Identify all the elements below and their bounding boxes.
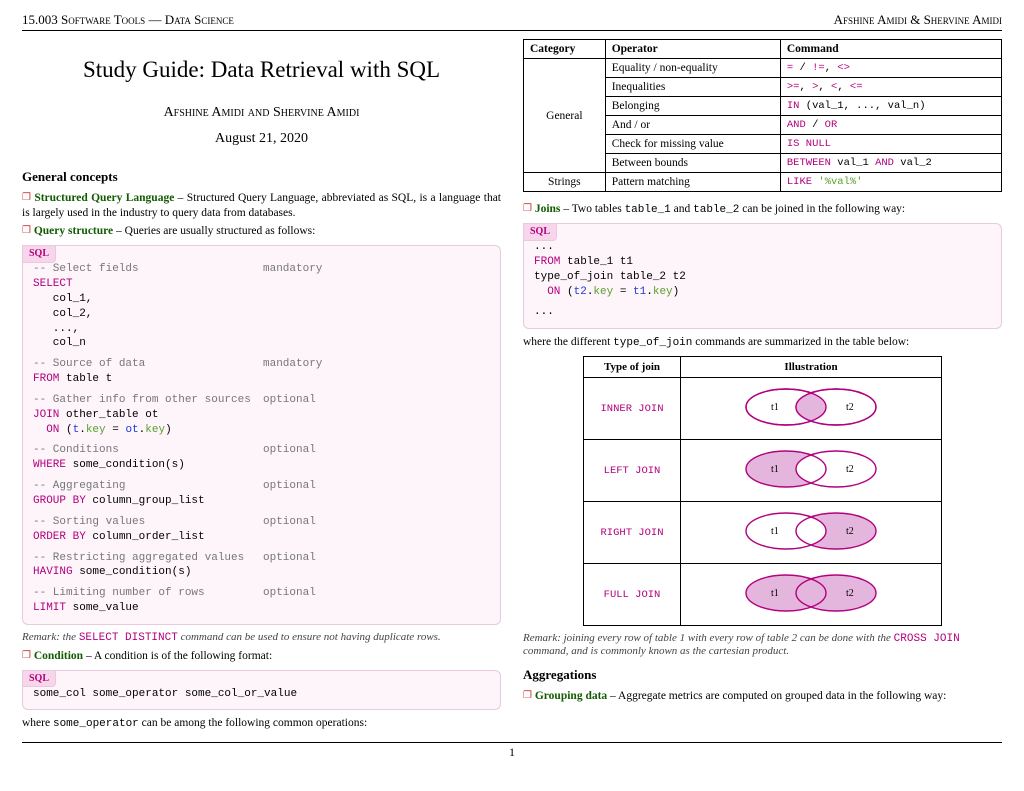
join-venn-table: Type of join Illustration INNER JOIN xyxy=(583,356,942,626)
svg-text:t1: t1 xyxy=(771,402,779,413)
svg-text:t2: t2 xyxy=(846,464,854,475)
joins-after-text: where the different type_of_join command… xyxy=(523,335,1002,350)
right-join-venn: t1 t2 xyxy=(681,502,942,564)
svg-text:t2: t2 xyxy=(846,526,854,537)
two-column-layout: Study Guide: Data Retrieval with SQL Afs… xyxy=(22,39,1002,736)
remark-distinct: Remark: the SELECT DISTINCT command can … xyxy=(22,631,501,644)
join-code: SQL ... FROM table_1 t1 type_of_join tab… xyxy=(523,223,1002,329)
full-join-venn: t1 t2 xyxy=(681,564,942,626)
page-title: Study Guide: Data Retrieval with SQL xyxy=(22,57,501,83)
bullet-icon: ❐ xyxy=(523,690,532,701)
left-column: Study Guide: Data Retrieval with SQL Afs… xyxy=(22,39,501,736)
entry-grouping: ❐ Grouping data – Aggregate metrics are … xyxy=(523,689,1002,704)
bullet-icon: ❐ xyxy=(22,225,31,236)
header-left: 15.003 Software Tools — Data Science xyxy=(22,12,234,28)
inner-join-venn: t1 t2 xyxy=(681,378,942,440)
entry-condition: ❐ Condition – A condition is of the foll… xyxy=(22,649,501,664)
header-right: Afshine Amidi & Shervine Amidi xyxy=(834,12,1002,28)
authors: Afshine Amidi and Shervine Amidi xyxy=(22,105,501,121)
bullet-icon: ❐ xyxy=(22,192,31,203)
left-join-venn: t1 t2 xyxy=(681,440,942,502)
condition-after-text: where some_operator can be among the fol… xyxy=(22,716,501,731)
right-join-label: RIGHT JOIN xyxy=(583,502,680,564)
full-join-label: FULL JOIN xyxy=(583,564,680,626)
condition-code: SQL some_col some_operator some_col_or_v… xyxy=(22,670,501,711)
left-join-label: LEFT JOIN xyxy=(583,440,680,502)
svg-text:t2: t2 xyxy=(846,402,854,413)
entry-sql-def: ❐ Structured Query Language – Structured… xyxy=(22,191,501,220)
svg-text:t1: t1 xyxy=(771,588,779,599)
sql-badge: SQL xyxy=(22,245,56,263)
inner-join-label: INNER JOIN xyxy=(583,378,680,440)
sql-badge: SQL xyxy=(22,670,56,688)
remark-crossjoin: Remark: joining every row of table 1 wit… xyxy=(523,632,1002,657)
page-header: 15.003 Software Tools — Data Science Afs… xyxy=(22,12,1002,31)
category-strings: Strings xyxy=(524,173,606,192)
bullet-icon: ❐ xyxy=(523,203,532,214)
sql-badge: SQL xyxy=(523,223,557,241)
entry-joins: ❐ Joins – Two tables table_1 and table_2… xyxy=(523,202,1002,217)
date: August 21, 2020 xyxy=(22,131,501,147)
page-footer: 1 xyxy=(22,742,1002,760)
svg-text:t1: t1 xyxy=(771,464,779,475)
bullet-icon: ❐ xyxy=(22,650,31,661)
page-number: 1 xyxy=(509,745,515,759)
category-general: General xyxy=(524,59,606,173)
section-aggregations: Aggregations xyxy=(523,667,1002,683)
svg-text:t2: t2 xyxy=(846,588,854,599)
operator-table: Category Operator Command General Equali… xyxy=(523,39,1002,192)
svg-text:t1: t1 xyxy=(771,526,779,537)
query-structure-code: SQL -- Select fieldsmandatory SELECT col… xyxy=(22,245,501,625)
section-general: General concepts xyxy=(22,169,501,185)
right-column: Category Operator Command General Equali… xyxy=(523,39,1002,736)
entry-query-structure: ❐ Query structure – Queries are usually … xyxy=(22,224,501,239)
